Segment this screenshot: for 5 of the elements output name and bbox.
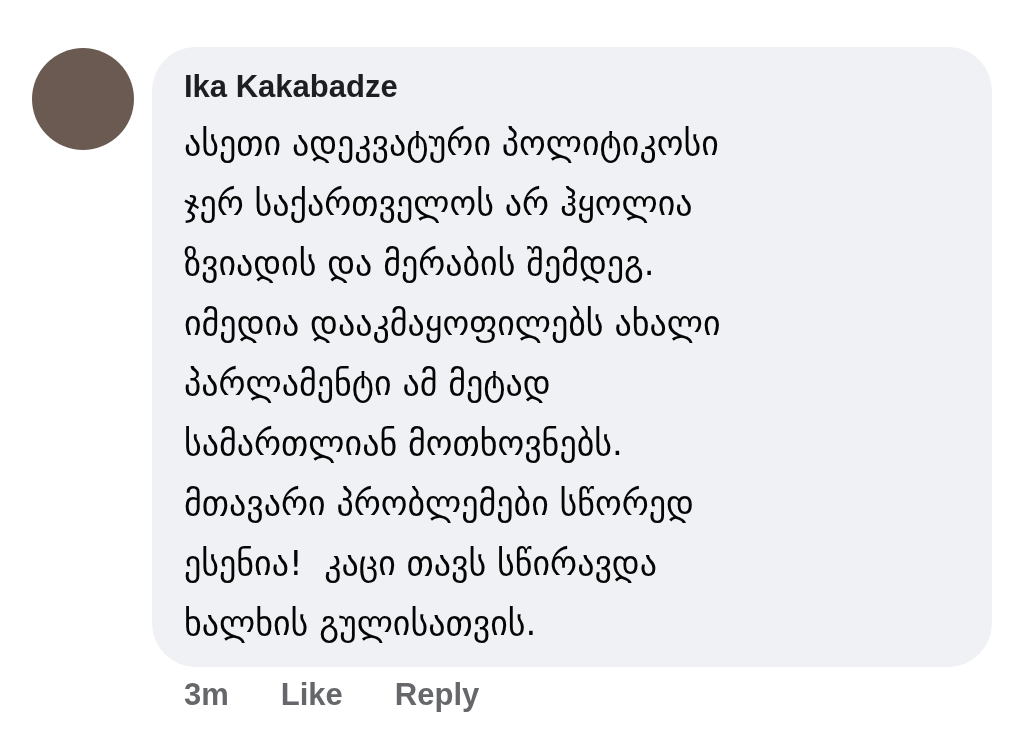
comment-text: ასეთი ადეკვატური პოლიტიკოსი ჯერ საქართველოს არ ჰყოლია ზვიადის და მერაბის შემდეგ. იმედია დააკმაყოფილებს ახალი პარლამენტი ამ მეტად სამართლიან მოთხოვნებს. მთავარი პრობლემები სწორედ ესენია! კაცი თავს სწირავდა ხალხის გულისათვის.: [184, 122, 722, 645]
reply-link[interactable]: Reply: [394, 675, 480, 715]
author-name[interactable]: Ika Kakabadze: [184, 67, 972, 107]
like-link[interactable]: Like: [280, 675, 343, 715]
comment-time: 3m: [184, 676, 229, 714]
